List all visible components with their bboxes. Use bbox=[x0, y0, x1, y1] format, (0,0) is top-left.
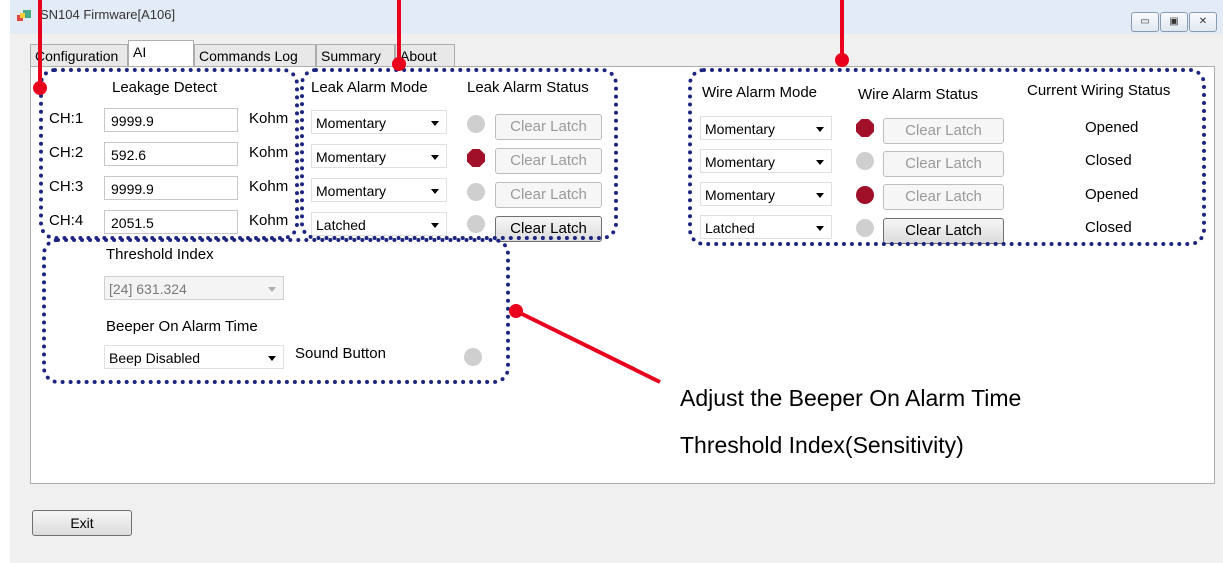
annotation-line-1: Adjust the Beeper On Alarm Time bbox=[680, 385, 1022, 411]
callout-line-threshold bbox=[515, 309, 661, 384]
callout-dot-leakage bbox=[33, 81, 47, 95]
annotation-line-2: Threshold Index(Sensitivity) bbox=[680, 432, 964, 458]
callout-dot-wire-alarm bbox=[835, 53, 849, 67]
exit-button[interactable]: Exit bbox=[32, 510, 132, 536]
callout-dot-leak-alarm bbox=[392, 57, 406, 71]
callout-pointers bbox=[33, 0, 849, 384]
callout-dot-threshold bbox=[509, 304, 523, 318]
